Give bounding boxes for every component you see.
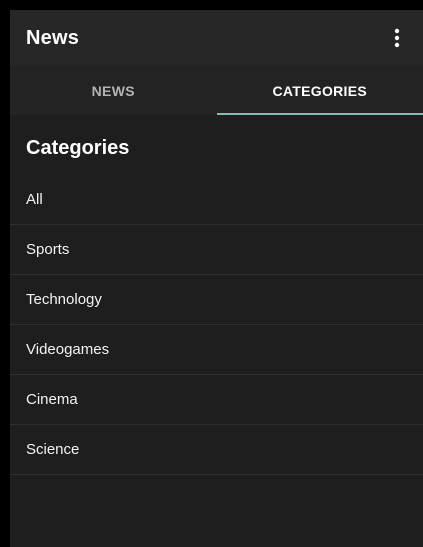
- tab-bar: NEWS CATEGORIES: [10, 66, 423, 115]
- app-bar: News: [10, 10, 423, 66]
- category-item-science[interactable]: Science: [10, 425, 423, 475]
- categories-panel: Categories All Sports Technology Videoga…: [10, 115, 423, 475]
- category-item-videogames[interactable]: Videogames: [10, 325, 423, 375]
- app-title: News: [26, 26, 80, 49]
- app-screen: News NEWS CATEGORIES Categories All Spor…: [10, 10, 423, 547]
- category-list: All Sports Technology Videogames Cinema …: [10, 175, 423, 475]
- more-vert-icon[interactable]: [385, 23, 409, 53]
- category-item-all[interactable]: All: [10, 175, 423, 225]
- category-item-cinema[interactable]: Cinema: [10, 375, 423, 425]
- tab-categories[interactable]: CATEGORIES: [216, 66, 423, 115]
- category-item-technology[interactable]: Technology: [10, 275, 423, 325]
- page-title: Categories: [26, 137, 130, 159]
- tab-news[interactable]: NEWS: [10, 66, 217, 115]
- category-item-sports[interactable]: Sports: [10, 225, 423, 275]
